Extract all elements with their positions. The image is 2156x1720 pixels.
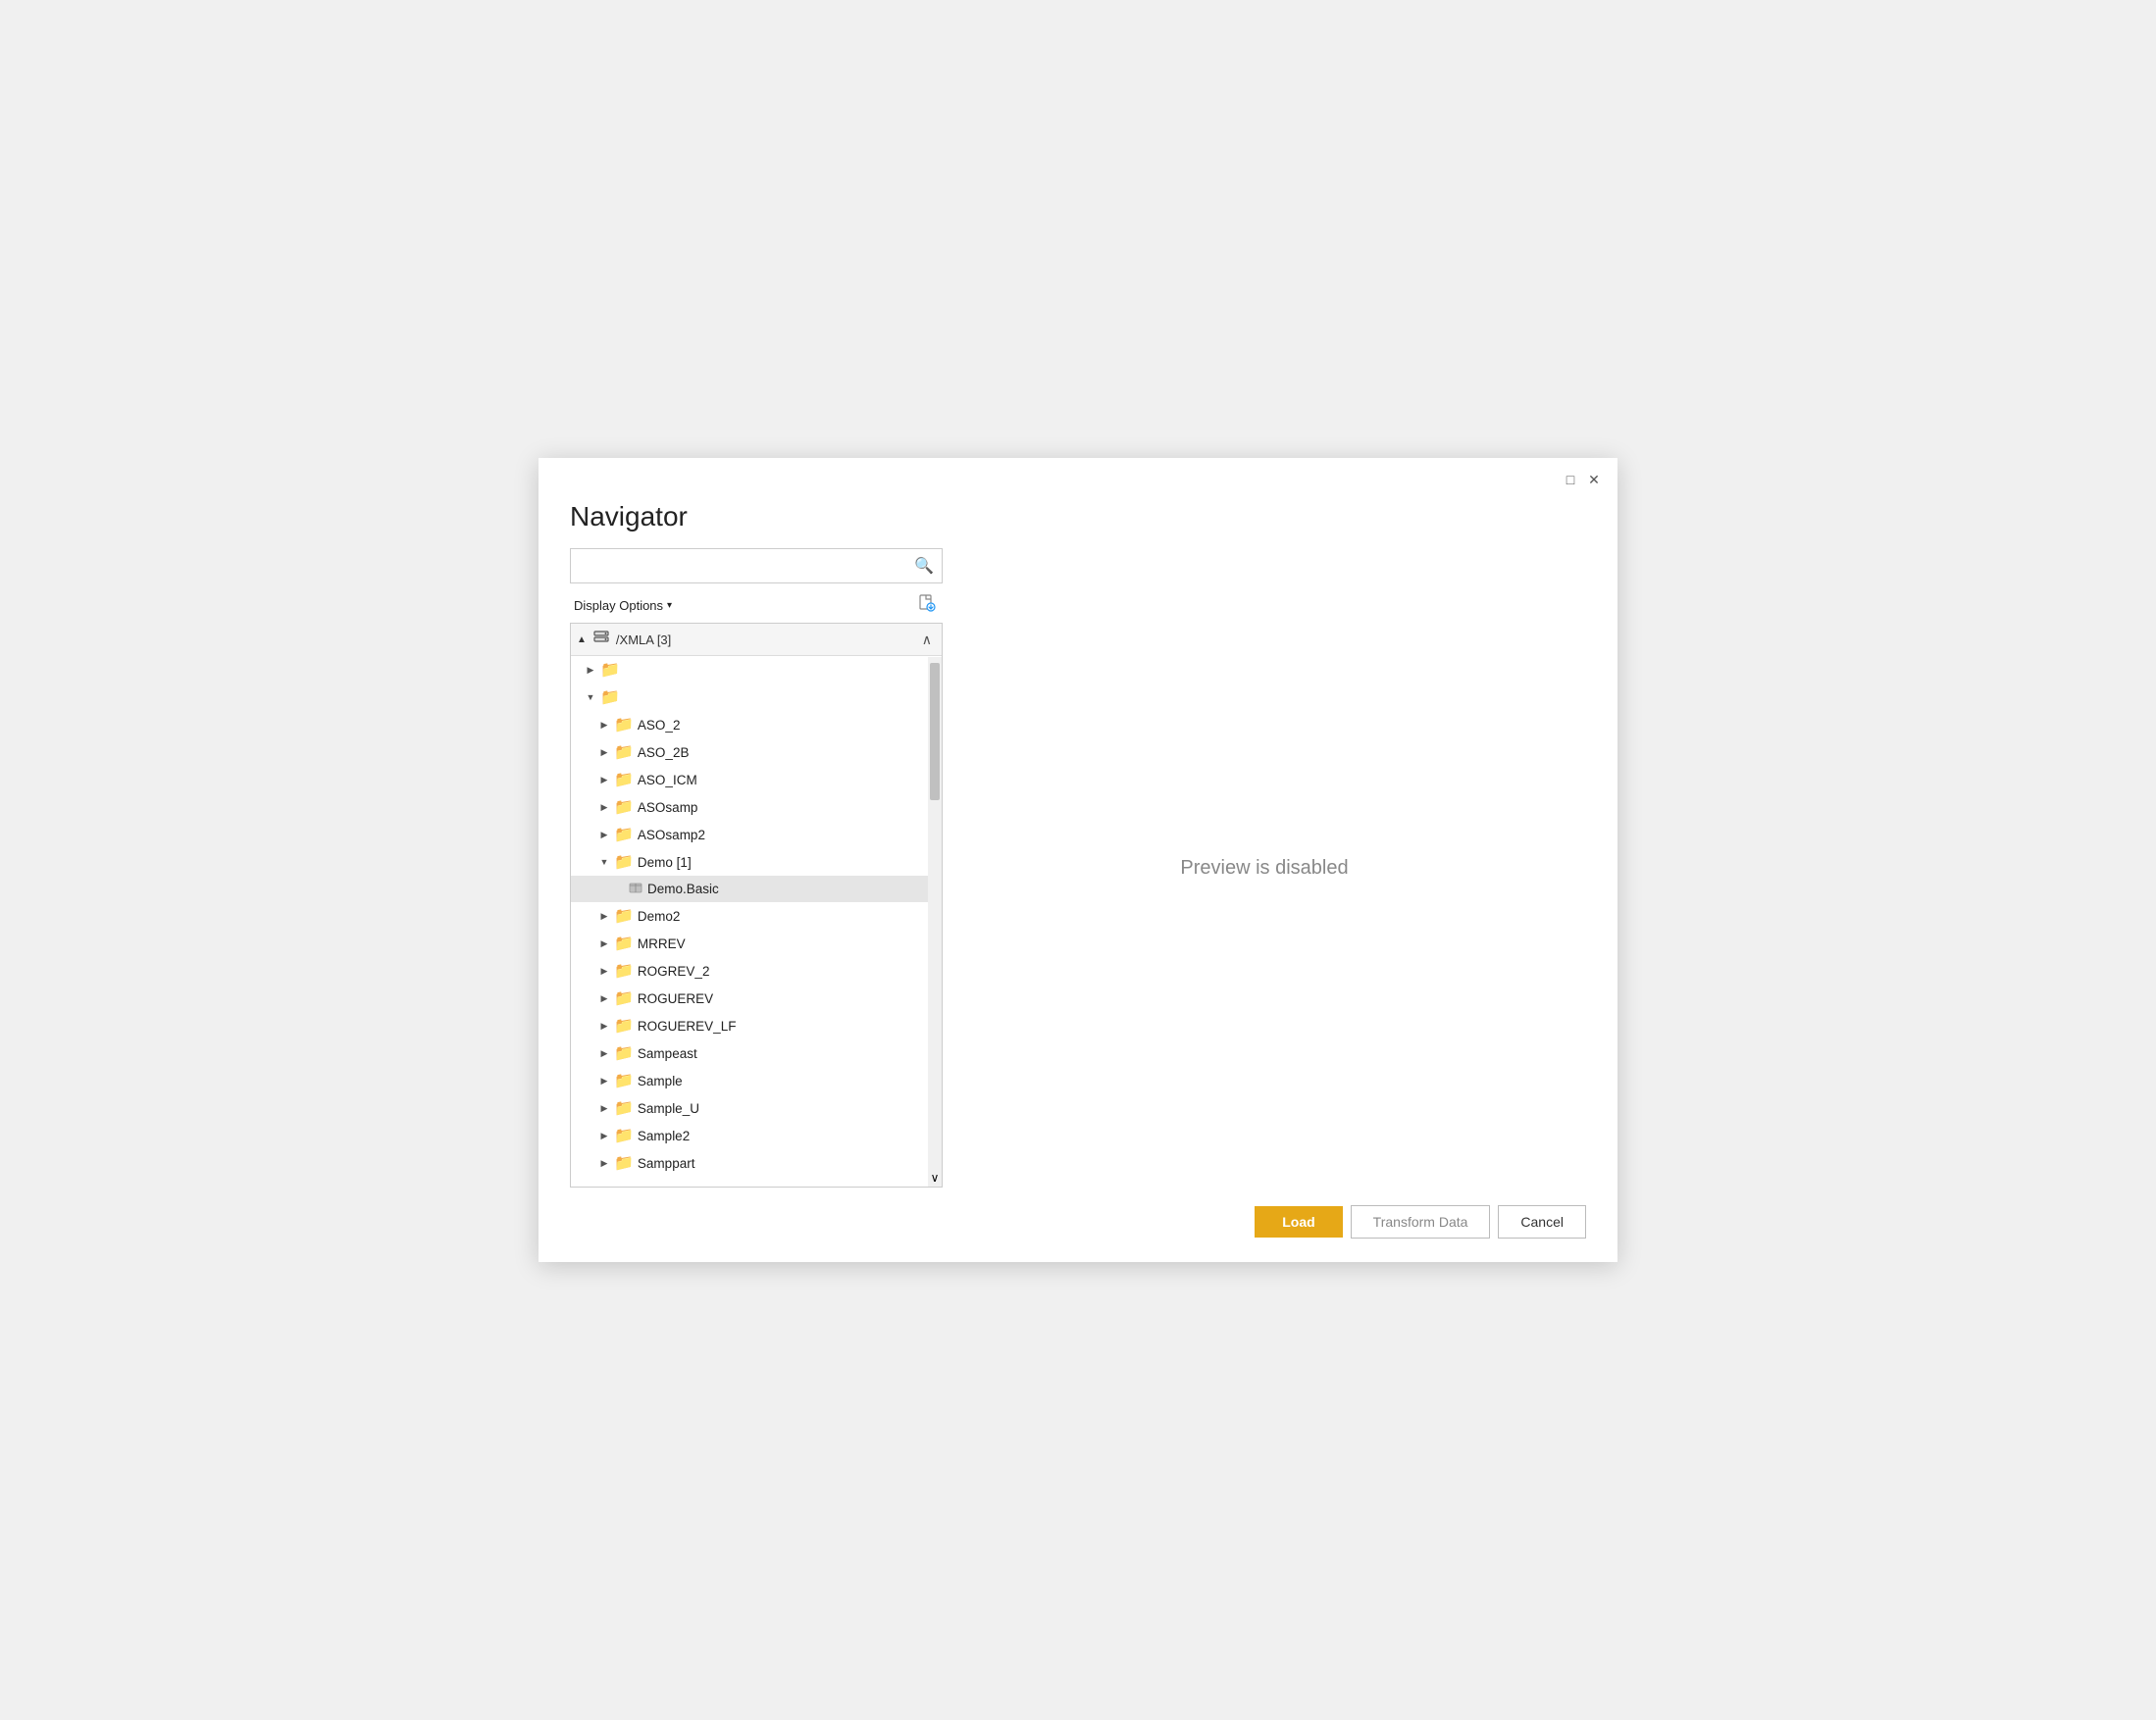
- tree-item-demo-basic[interactable]: Demo.Basic: [571, 876, 942, 902]
- tree-item-roguerev[interactable]: ▶ 📁 ROGUEREV: [571, 985, 942, 1012]
- tree-item-samppart[interactable]: ▶ 📁 Samppart: [571, 1149, 942, 1177]
- folder-icon: 📁: [614, 1043, 634, 1063]
- folder-icon: 📁: [600, 687, 620, 707]
- preview-text: Preview is disabled: [1180, 857, 1348, 880]
- folder-icon: 📁: [614, 715, 634, 734]
- folder-icon: 📁: [614, 1098, 634, 1118]
- tree-item-rogrev2[interactable]: ▶ 📁 ROGREV_2: [571, 957, 942, 985]
- left-panel: 🔍 Display Options ▾: [570, 548, 943, 1188]
- tree-item-folder1[interactable]: ▶ 📁: [571, 656, 942, 683]
- tree-item-aso2b[interactable]: ▶ 📁 ASO_2B: [571, 738, 942, 766]
- folder-icon: 📁: [614, 906, 634, 926]
- dialog-title: Navigator: [539, 493, 1617, 548]
- search-icon[interactable]: 🔍: [906, 556, 942, 576]
- tree-item-sample-u[interactable]: ▶ 📁 Sample_U: [571, 1094, 942, 1122]
- tree-item-sample2[interactable]: ▶ 📁 Sample2: [571, 1122, 942, 1149]
- dialog-footer: Load Transform Data Cancel: [539, 1188, 1617, 1262]
- display-options-button[interactable]: Display Options ▾: [570, 596, 676, 615]
- tree-header: ▲ /XMLA [3] ∧: [571, 624, 942, 656]
- search-row: 🔍: [570, 548, 943, 583]
- tree-item-aso-icm[interactable]: ▶ 📁 ASO_ICM: [571, 766, 942, 793]
- cancel-button[interactable]: Cancel: [1498, 1205, 1586, 1239]
- minimize-button[interactable]: □: [1559, 468, 1582, 491]
- tree-item-sample[interactable]: ▶ 📁 Sample: [571, 1067, 942, 1094]
- navigator-dialog: □ ✕ Navigator 🔍 Display Options ▾: [539, 458, 1617, 1262]
- folder-icon: 📁: [614, 1153, 634, 1173]
- tree-item-aso2[interactable]: ▶ 📁 ASO_2: [571, 711, 942, 738]
- file-export-button[interactable]: [911, 591, 943, 620]
- folder-icon: 📁: [614, 852, 634, 872]
- folder-icon: 📁: [600, 660, 620, 680]
- folder-icon: 📁: [614, 742, 634, 762]
- folder-icon: 📁: [614, 1071, 634, 1090]
- cube-icon: [628, 880, 643, 898]
- preview-panel: Preview is disabled: [943, 548, 1586, 1188]
- tree-items: ▶ 📁 ▼ 📁 ▶ 📁 ASO_2: [571, 656, 942, 1177]
- folder-icon: 📁: [614, 1016, 634, 1036]
- display-options-arrow: ▾: [667, 600, 672, 611]
- root-collapse-arrow[interactable]: ▲: [577, 634, 587, 645]
- folder-icon: 📁: [614, 770, 634, 789]
- tree-item-asosamp2[interactable]: ▶ 📁 ASOsamp2: [571, 821, 942, 848]
- display-options-row: Display Options ▾: [570, 591, 943, 619]
- scroll-up-button[interactable]: ∧: [918, 632, 936, 648]
- folder-icon: 📁: [614, 988, 634, 1008]
- folder-icon: 📁: [614, 825, 634, 844]
- display-options-label: Display Options: [574, 598, 663, 613]
- tree-item-mrrev[interactable]: ▶ 📁 MRREV: [571, 930, 942, 957]
- tree-item-roguerev-lf[interactable]: ▶ 📁 ROGUEREV_LF: [571, 1012, 942, 1039]
- tree-item-demo[interactable]: ▼ 📁 Demo [1]: [571, 848, 942, 876]
- close-button[interactable]: ✕: [1582, 468, 1606, 491]
- transform-data-button[interactable]: Transform Data: [1351, 1205, 1491, 1239]
- tree-item-sampeast[interactable]: ▶ 📁 Sampeast: [571, 1039, 942, 1067]
- tree-item-asosamp[interactable]: ▶ 📁 ASOsamp: [571, 793, 942, 821]
- tree-header-left: ▲ /XMLA [3]: [577, 629, 671, 650]
- title-bar: □ ✕: [539, 458, 1617, 493]
- tree-root-label: /XMLA [3]: [616, 632, 671, 647]
- folder-icon: 📁: [614, 797, 634, 817]
- server-icon: [592, 629, 610, 650]
- tree-container: ▲ /XMLA [3] ∧ ▶ 📁: [570, 623, 943, 1188]
- folder-icon: 📁: [614, 1126, 634, 1145]
- search-input[interactable]: [571, 554, 906, 578]
- folder-icon: 📁: [614, 934, 634, 953]
- tree-item-demo2[interactable]: ▶ 📁 Demo2: [571, 902, 942, 930]
- dialog-body: 🔍 Display Options ▾: [539, 548, 1617, 1188]
- scroll-down-button[interactable]: ∨: [929, 1169, 942, 1187]
- load-button[interactable]: Load: [1255, 1206, 1342, 1238]
- tree-item-folder2[interactable]: ▼ 📁: [571, 683, 942, 711]
- folder-icon: 📁: [614, 961, 634, 981]
